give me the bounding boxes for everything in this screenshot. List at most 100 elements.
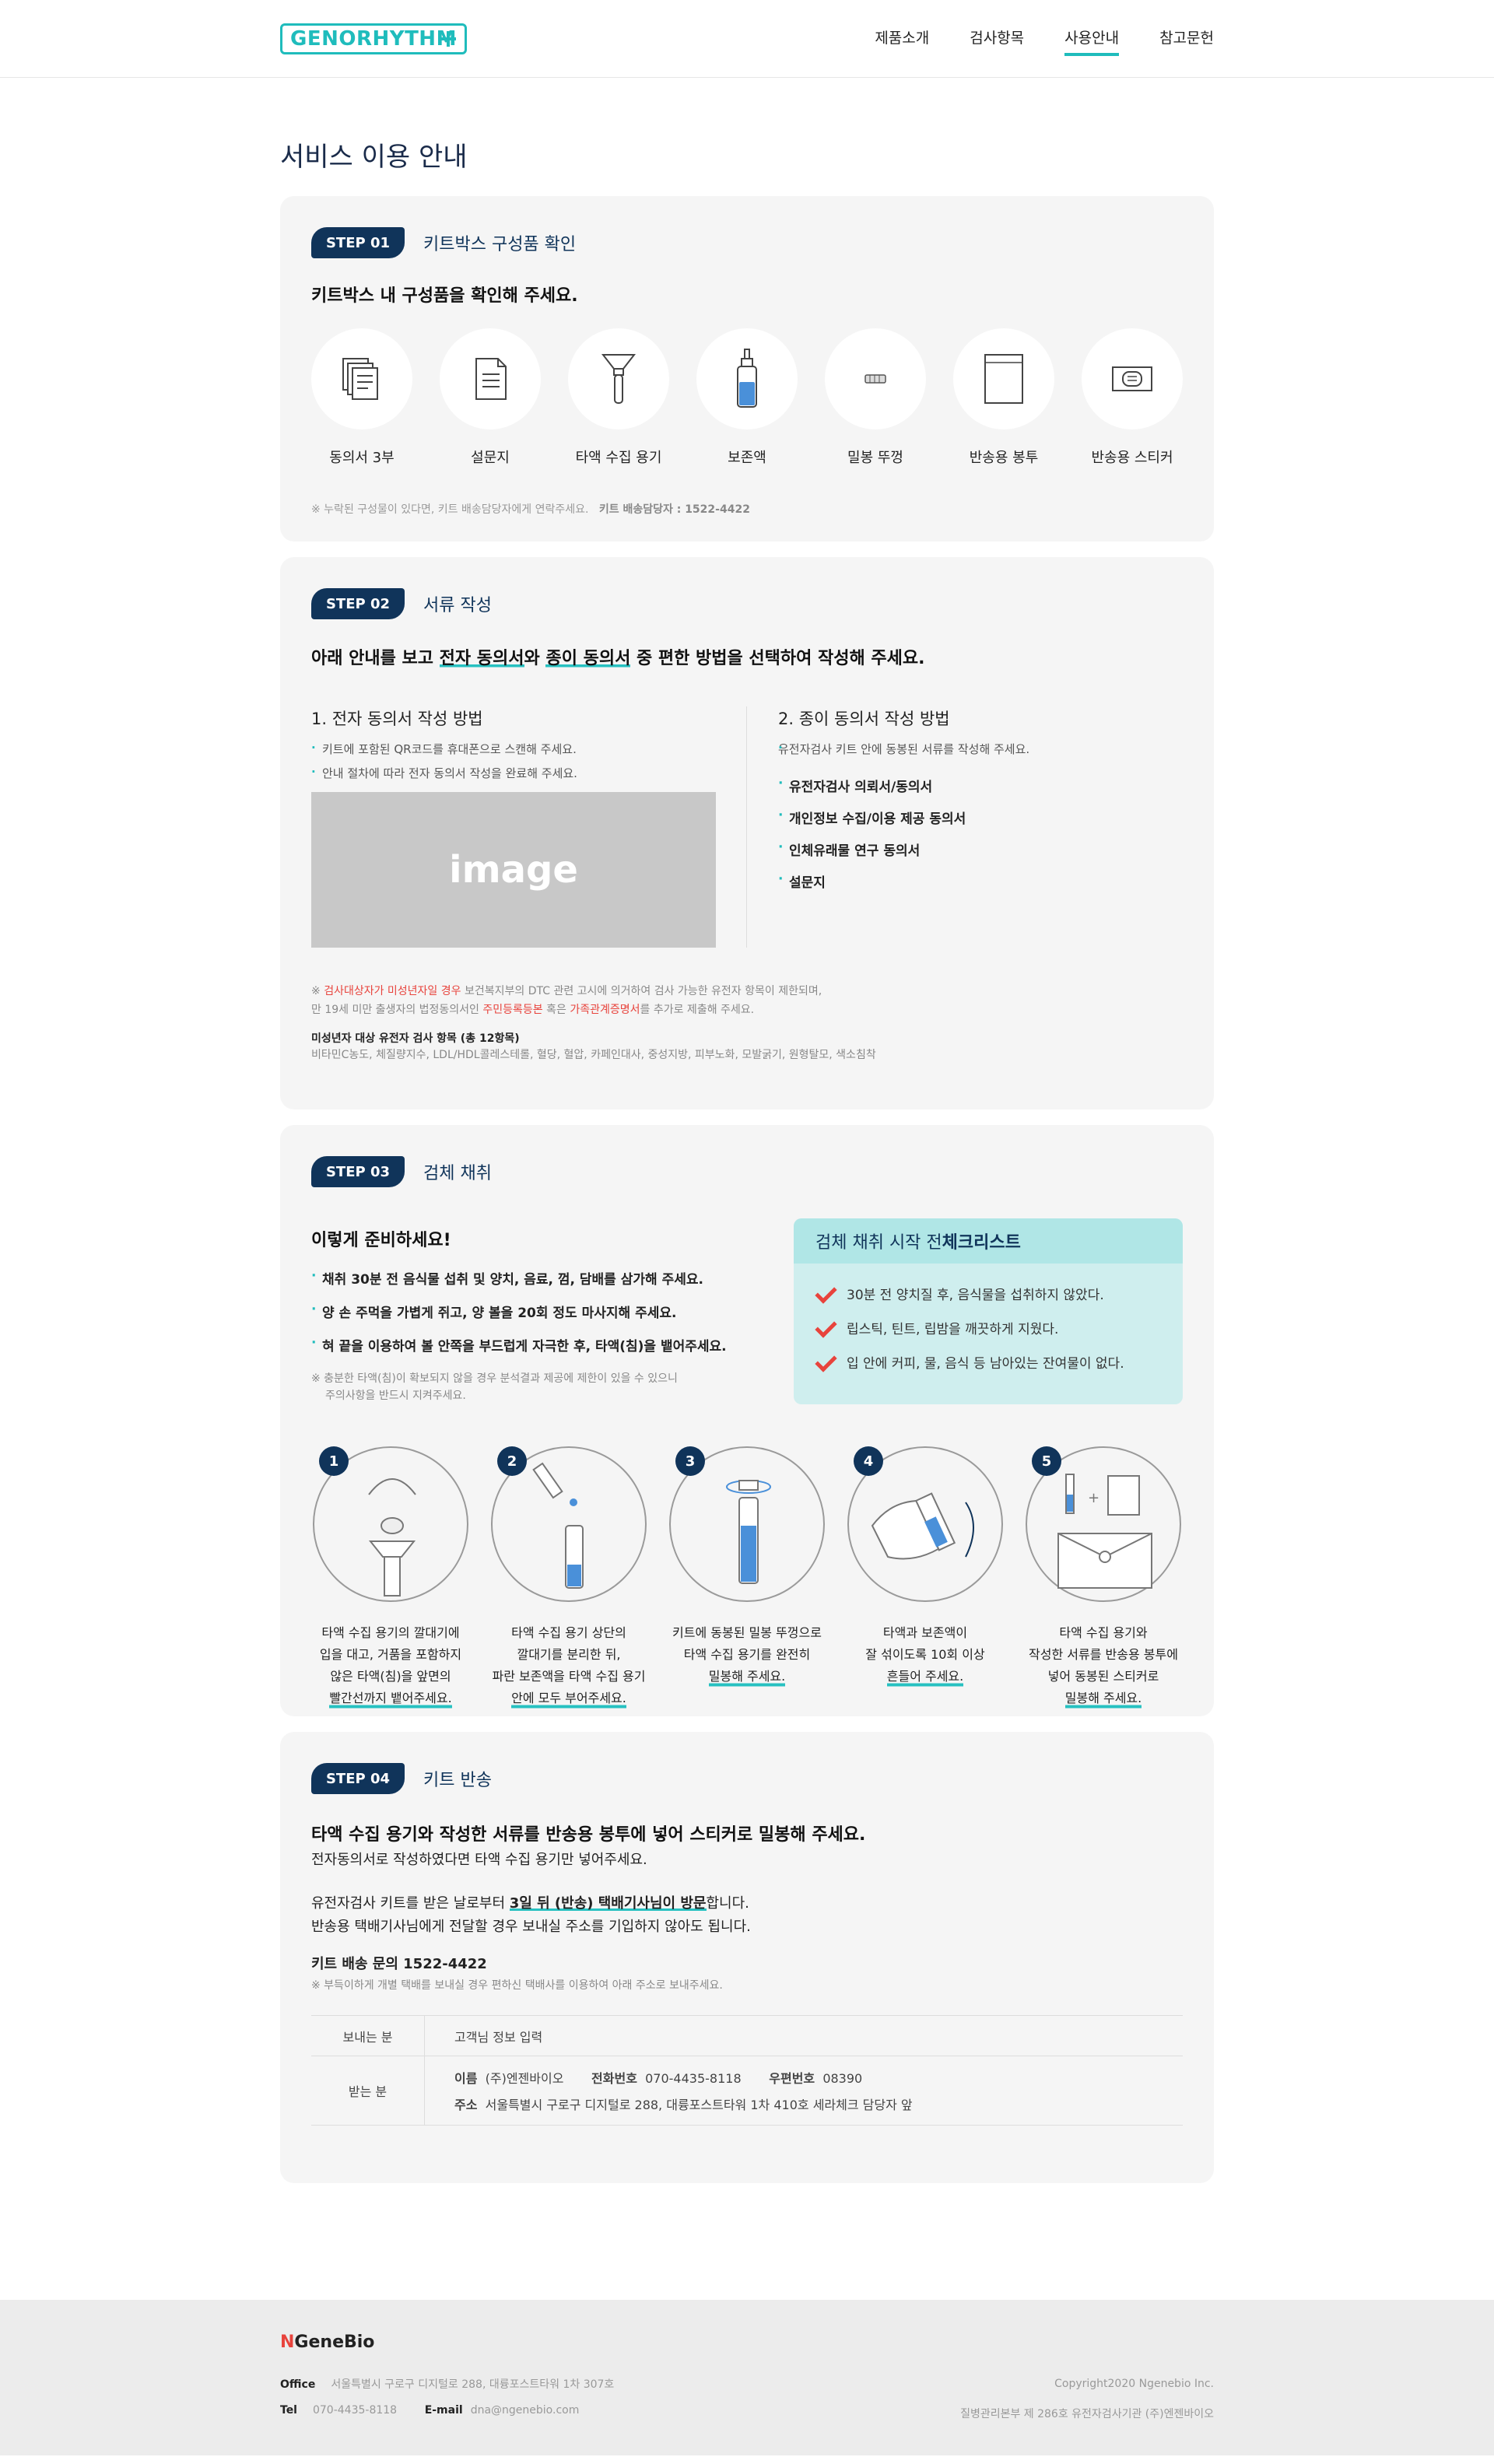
checklist-item: 입 안에 커피, 물, 음식 등 남아있는 잔여물이 없다. — [815, 1344, 1161, 1379]
process-text: 키트에 동봉된 밀봉 뚜껑으로 타액 수집 용기를 완전히 밀봉해 주세요. — [669, 1622, 825, 1688]
step1-lead: 키트박스 내 구성품을 확인해 주세요. — [311, 286, 578, 306]
kit-item: 밀봉 뚜껑 — [825, 328, 926, 467]
process-steps: 1 타액 수집 용기의 깔대기에 입을 대고, 거품을 포함하지 않은 타액(침)을… — [311, 1446, 1183, 1709]
step-number: 4 — [854, 1446, 883, 1476]
minor-items-list: 비타민C농도, 체질량지수, LDL/HDL콜레스테롤, 혈당, 혈압, 카페인… — [311, 1049, 876, 1061]
delivery-contact: 키트 배송담당자 : 1522-4422 — [598, 503, 750, 516]
list-item: 혀 끝을 이용하여 볼 안쪽을 부드럽게 자극한 후, 타액(침)을 뱉어주세요… — [311, 1335, 778, 1355]
email-link[interactable]: dna@ngenebio.com — [471, 2404, 580, 2417]
step3-title: 검체 채취 — [423, 1164, 492, 1183]
check-icon — [815, 1353, 837, 1370]
list-item: 설문지 — [778, 871, 1183, 891]
logo-text: GENORHYTHM — [290, 27, 457, 51]
kit-item: 반송용 봉투 — [953, 328, 1054, 467]
image-placeholder: image — [311, 792, 716, 948]
genorhythm-logo[interactable]: GENORHYTHM — [280, 23, 467, 54]
documents-icon — [342, 358, 378, 400]
header: GENORHYTHM 제품소개 검사항목 사용안내 참고문헌 — [0, 0, 1494, 78]
sender-value: 고객님 정보 입력 — [454, 2029, 543, 2045]
copyright: Copyright2020 Ngenebio Inc. — [1054, 2378, 1214, 2390]
step1-badge: STEP 01 — [311, 227, 405, 258]
step4-badge: STEP 04 — [311, 1763, 405, 1794]
nav-product-intro[interactable]: 제품소개 — [875, 26, 929, 56]
step2-badge: STEP 02 — [311, 588, 405, 619]
process-text: 타액 수집 용기 상단의 깔대기를 분리한 뒤, 파란 보존액을 타액 수집 용기 안… — [491, 1622, 647, 1709]
ngenebio-logo[interactable]: NGeneBio — [280, 2333, 374, 2352]
step-number: 1 — [319, 1446, 349, 1476]
process-step: 2 타액 수집 용기 상단의 깔대기를 분리한 뒤, 파란 보존액을 타액 수집 용… — [491, 1446, 647, 1709]
receiver-value: 이름 (주)엔젠바이오 전화번호 070-4435-8118 우편번호 0839… — [454, 2071, 913, 2112]
footer: NGeneBio Office 서울특별시 구로구 디지털로 288, 대륭포스트… — [0, 2300, 1494, 2455]
step4-title: 키트 반송 — [423, 1771, 492, 1790]
individual-courier-note: ※ 부득이하게 개별 택배를 보내실 경우 편하신 택배사를 이용하여 아래 주… — [311, 1979, 723, 1992]
preservative-bottle-icon — [737, 349, 757, 408]
kit-label: 반송용 스티커 — [1091, 450, 1173, 466]
kit-item: 설문지 — [440, 328, 541, 467]
step-number: 2 — [497, 1446, 527, 1476]
nav-test-items[interactable]: 검사항목 — [970, 26, 1024, 56]
list-item: 안내 절차에 따라 전자 동의서 작성을 완료해 주세요. — [311, 765, 715, 781]
nav-references[interactable]: 참고문헌 — [1159, 26, 1214, 56]
list-item: 양 손 주먹을 가볍게 쥐고, 양 볼을 20회 정도 마사지해 주세요. — [311, 1302, 778, 1321]
kit-label: 밀봉 뚜껑 — [847, 450, 903, 466]
list-item: 유전자검사 의뢰서/동의서 — [778, 776, 1183, 795]
address-table: 보내는 분 고객님 정보 입력 받는 분 이름 (주)엔젠바이오 전화번호 07… — [311, 2015, 1183, 2126]
list-item: 키트에 포함된 QR코드를 휴대폰으로 스캔해 주세요. — [311, 741, 715, 757]
step2-title: 서류 작성 — [423, 596, 492, 615]
nav-usage-guide[interactable]: 사용안내 — [1064, 26, 1119, 56]
list-item: 인체유래물 연구 동의서 — [778, 839, 1183, 859]
electronic-consent-title: 1. 전자 동의서 작성 방법 — [311, 710, 483, 728]
kit-item: 동의서 3부 — [311, 328, 412, 467]
minor-notice: ※ 검사대상자가 미성년자일 경우 보건복지부의 DTC 관련 고시에 의거하여… — [311, 985, 822, 1016]
kit-item: 보존액 — [696, 328, 798, 467]
registration-info: 질병관리본부 제 286호 유전자검사기관 (주)엔젠바이오 — [960, 2408, 1214, 2420]
kit-item: 타액 수집 용기 — [568, 328, 669, 467]
list-item: 개인정보 수집/이용 제공 동의서 — [778, 808, 1183, 827]
checklist-item: 립스틱, 틴트, 립밤을 깨끗하게 지웠다. — [815, 1310, 1161, 1344]
pickup-notice: 유전자검사 키트를 받은 날로부터 3일 뒤 (반송) 택배기사님이 방문합니다… — [311, 1895, 749, 1912]
pickup-notice-2: 반송용 택배기사님에게 전달할 경우 보내실 주소를 기입하지 않아도 됩니다. — [311, 1919, 751, 1935]
list-item: 채취 30분 전 음식물 섭취 및 양치, 음료, 껌, 담배를 삼가해 주세요… — [311, 1268, 778, 1288]
step4-sub: 전자동의서로 작성하였다면 타액 수집 용기만 넣어주세요. — [311, 1852, 647, 1868]
kit-item: 반송용 스티커 — [1082, 328, 1183, 467]
svg-text:+: + — [1088, 1490, 1099, 1506]
funnel-tube-icon — [601, 354, 637, 404]
plus-icon — [437, 27, 460, 51]
footer-contact: Tel 070-4435-8118 E-mail dna@ngenebio.com — [280, 2404, 580, 2417]
process-step: + 5 타액 수집 용기와 작성한 서류를 반송용 봉투에 넣어 동봉된 스티커로 밀… — [1026, 1446, 1181, 1709]
kit-label: 반송용 봉투 — [969, 450, 1039, 466]
check-icon — [815, 1319, 837, 1336]
sticker-icon — [1112, 366, 1152, 391]
process-text: 타액 수집 용기의 깔대기에 입을 대고, 거품을 포함하지 않은 타액(침)을 앞… — [313, 1622, 468, 1709]
electronic-consent-section: 1. 전자 동의서 작성 방법 키트에 포함된 QR코드를 휴대폰으로 스캔해 … — [311, 706, 747, 948]
footer-office: Office 서울특별시 구로구 디지털로 288, 대륭포스트타워 1차 307… — [280, 2378, 615, 2391]
kit-label: 동의서 3부 — [329, 450, 395, 466]
step4-lead: 타액 수집 용기와 작성한 서류를 반송용 봉투에 넣어 스티커로 밀봉해 주세… — [311, 1825, 866, 1845]
table-row: 받는 분 이름 (주)엔젠바이오 전화번호 070-4435-8118 우편번호… — [311, 2056, 1183, 2125]
checklist-title: 검체 채취 시작 전 체크리스트 — [794, 1218, 1183, 1264]
check-icon — [815, 1285, 837, 1302]
step-number: 3 — [675, 1446, 705, 1476]
step1-card: STEP 01 키트박스 구성품 확인 키트박스 내 구성품을 확인해 주세요.… — [280, 196, 1214, 542]
step3-card: STEP 03 검체 채취 이렇게 준비하세요! 채취 30분 전 음식물 섭취… — [280, 1125, 1214, 1716]
step3-badge: STEP 03 — [311, 1156, 405, 1187]
step-number: 5 — [1032, 1446, 1061, 1476]
kit-label: 보존액 — [728, 450, 766, 466]
process-text: 타액과 보존액이 잘 섞이도록 10회 이상 흔들어 주세요. — [847, 1622, 1003, 1688]
paper-consent-section: 2. 종이 동의서 작성 방법 유전자검사 키트 안에 동봉된 서류를 작성해 … — [747, 706, 1183, 948]
process-text: 타액 수집 용기와 작성한 서류를 반송용 봉투에 넣어 동봉된 스티커로 밀봉해 주… — [1026, 1622, 1181, 1709]
paper-consent-title: 2. 종이 동의서 작성 방법 — [778, 710, 950, 728]
kit-items: 동의서 3부 설문지 타액 수집 용기 보존액 밀봉 뚜껑 반송용 봉투 반송용… — [311, 328, 1183, 467]
kit-label: 설문지 — [471, 450, 510, 466]
checklist-box: 검체 채취 시작 전 체크리스트 30분 전 양치질 후, 음식물을 섭취하지 … — [794, 1218, 1183, 1404]
minor-items-title: 미성년자 대상 유전자 검사 항목 (총 12항목) — [311, 1032, 520, 1045]
process-step: 4 타액과 보존액이 잘 섞이도록 10회 이상 흔들어 주세요. — [847, 1446, 1003, 1709]
kit-contact: 키트 배송 문의 1522-4422 — [311, 1956, 487, 1972]
preparation-section: 이렇게 준비하세요! 채취 30분 전 음식물 섭취 및 양치, 음료, 껌, … — [311, 1218, 778, 1404]
step2-card: STEP 02 서류 작성 아래 안내를 보고 전자 동의서와 종이 동의서 중… — [280, 557, 1214, 1109]
sender-label: 보내는 분 — [311, 2016, 425, 2056]
survey-icon — [475, 358, 507, 400]
prep-warning: ※ 충분한 타액(침)이 확보되지 않을 경우 분석결과 제공에 제한이 있을 … — [311, 1372, 678, 1402]
paper-consent-desc: 유전자검사 키트 안에 동봉된 서류를 작성해 주세요. — [778, 741, 1183, 757]
step1-title: 키트박스 구성품 확인 — [423, 235, 577, 254]
